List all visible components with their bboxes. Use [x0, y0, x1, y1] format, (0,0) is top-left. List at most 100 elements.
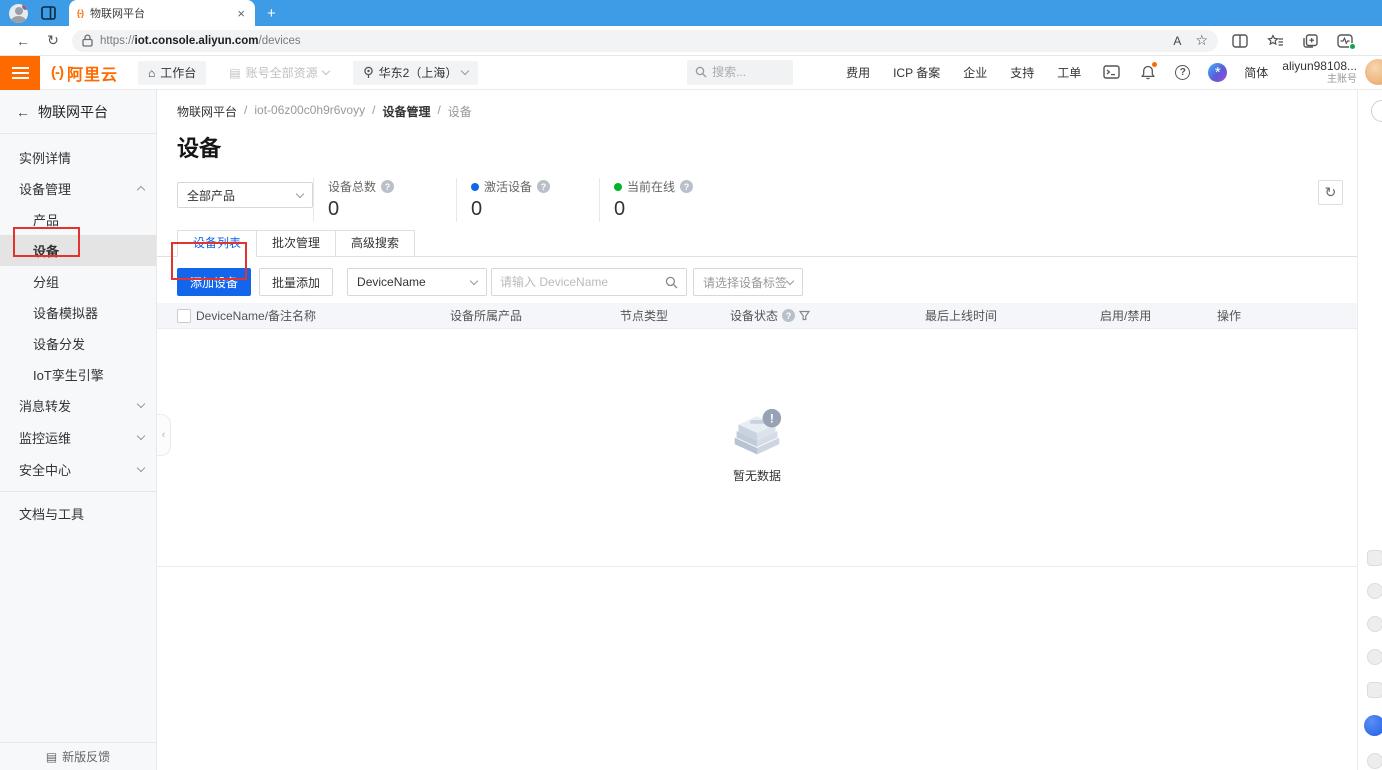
nav-link-support[interactable]: 支持	[1010, 64, 1034, 81]
rail-icon[interactable]	[1367, 616, 1382, 632]
sidebar-item-products[interactable]: 产品	[0, 204, 156, 235]
empty-table-body: ! 暂无数据	[157, 329, 1357, 567]
account-name: aliyun98108...	[1282, 59, 1357, 73]
sidebar-item-instance-details[interactable]: 实例详情	[0, 142, 156, 173]
url-path: /devices	[259, 35, 301, 47]
add-device-button[interactable]: 添加设备	[177, 268, 251, 296]
split-screen-icon[interactable]	[1232, 34, 1248, 48]
rail-icon[interactable]	[1367, 583, 1382, 599]
batch-add-button[interactable]: 批量添加	[259, 268, 333, 296]
sidebar-item-device-distribution[interactable]: 设备分发	[0, 328, 156, 359]
device-tag-select[interactable]: 请选择设备标签	[693, 268, 803, 296]
read-aloud-icon[interactable]: A	[1173, 34, 1181, 48]
browser-essentials-icon[interactable]	[1337, 34, 1353, 48]
sidebar-item-docs-tools[interactable]: 文档与工具	[0, 498, 156, 529]
account-avatar[interactable]	[1365, 59, 1382, 85]
column-node-type[interactable]: 节点类型	[620, 307, 730, 324]
sidebar-item-devices[interactable]: 设备	[0, 235, 156, 266]
rail-icon[interactable]	[1367, 649, 1382, 665]
notifications-bell-icon[interactable]	[1141, 65, 1155, 80]
aliyun-logo[interactable]: (-) 阿里云	[51, 61, 118, 85]
select-all-checkbox[interactable]	[177, 309, 191, 323]
favorite-star-icon[interactable]: ☆	[1195, 32, 1208, 49]
sidebar-group-monitoring-ops[interactable]: 监控运维	[0, 421, 156, 454]
sidebar: ← 物联网平台 实例详情 设备管理 产品 设备 分组 设备模拟器 设备分发 Io…	[0, 90, 157, 770]
aliyun-logo-text: 阿里云	[67, 61, 118, 85]
console-search[interactable]	[687, 60, 793, 85]
help-icon[interactable]: ?	[1175, 65, 1190, 80]
language-switch[interactable]: 简体	[1244, 64, 1268, 81]
column-enable-disable[interactable]: 启用/禁用	[1100, 307, 1217, 324]
stat-value: 0	[614, 198, 742, 221]
back-icon[interactable]: ←	[16, 104, 30, 120]
breadcrumb-item[interactable]: iot-06z00c0h9r6voyy	[254, 103, 365, 120]
cloudshell-terminal-icon[interactable]	[1103, 65, 1120, 79]
column-actions[interactable]: 操作	[1217, 307, 1357, 324]
sidebar-item-iot-twin-engine[interactable]: IoT孪生引擎	[0, 359, 156, 390]
nav-link-enterprise[interactable]: 企业	[963, 64, 987, 81]
workbench-button[interactable]: ⌂ 工作台	[138, 61, 206, 85]
device-search-input[interactable]	[500, 275, 665, 289]
sidebar-item-device-simulator[interactable]: 设备模拟器	[0, 297, 156, 328]
rail-icon[interactable]	[1367, 753, 1382, 769]
account-info[interactable]: aliyun98108... 主账号	[1282, 59, 1357, 85]
rail-icon[interactable]	[1367, 682, 1382, 698]
empty-data-text: 暂无数据	[733, 467, 781, 484]
stats-row: 全部产品 设备总数? 0 激活设备? 0 当前在线? 0 ↻	[177, 176, 1337, 222]
aliyun-app-icon[interactable]: *	[1208, 63, 1227, 82]
column-last-online[interactable]: 最后上线时间	[925, 307, 1100, 324]
column-product[interactable]: 设备所属产品	[450, 307, 620, 324]
help-icon[interactable]: ?	[680, 180, 693, 193]
column-device-status[interactable]: 设备状态 ?	[730, 307, 925, 324]
browser-tab[interactable]: (-) 物联网平台 ×	[69, 0, 255, 26]
workspaces-icon[interactable]	[41, 6, 56, 20]
help-icon[interactable]: ?	[381, 180, 394, 193]
sidebar-group-message-forwarding[interactable]: 消息转发	[0, 390, 156, 421]
rail-icon-support[interactable]	[1364, 715, 1382, 736]
nav-link-icp[interactable]: ICP 备案	[893, 64, 940, 81]
account-role: 主账号	[1282, 74, 1357, 86]
account-resources-select[interactable]: ▤ 账号全部资源	[229, 64, 328, 81]
sidebar-header[interactable]: ← 物联网平台	[0, 90, 156, 134]
tab-close-icon[interactable]: ×	[235, 6, 247, 21]
chevron-down-icon	[786, 276, 794, 284]
sidebar-group-security-center[interactable]: 安全中心	[0, 454, 156, 485]
product-filter-select[interactable]: 全部产品	[177, 182, 313, 208]
chevron-down-icon	[137, 464, 145, 472]
favorites-bar-icon[interactable]	[1267, 34, 1284, 48]
tab-batch-management[interactable]: 批次管理	[256, 230, 336, 257]
search-field-select[interactable]: DeviceName	[347, 268, 487, 296]
column-devicename[interactable]: DeviceName/备注名称	[191, 307, 450, 324]
collections-icon[interactable]	[1303, 34, 1318, 48]
rail-icon[interactable]	[1371, 100, 1382, 122]
region-select[interactable]: 华东2（上海）	[353, 61, 479, 85]
tab-advanced-search[interactable]: 高级搜索	[335, 230, 415, 257]
address-bar[interactable]: https://iot.console.aliyun.com/devices A…	[72, 30, 1218, 52]
feedback-link[interactable]: ▤ 新版反馈	[0, 742, 156, 770]
chevron-down-icon	[296, 189, 304, 197]
url-host: iot.console.aliyun.com	[135, 35, 259, 47]
sidebar-item-groups[interactable]: 分组	[0, 266, 156, 297]
chevron-down-icon	[461, 67, 469, 75]
help-icon[interactable]: ?	[782, 309, 795, 322]
nav-link-tickets[interactable]: 工单	[1057, 64, 1081, 81]
new-tab-button[interactable]: +	[267, 6, 276, 21]
breadcrumb: 物联网平台 / iot-06z00c0h9r6voyy / 设备管理 / 设备	[157, 90, 1357, 120]
console-search-input[interactable]	[712, 65, 776, 79]
collapse-left-icon: ‹	[162, 429, 166, 441]
refresh-button[interactable]: ↻	[1318, 180, 1343, 205]
rail-icon[interactable]	[1367, 550, 1382, 566]
hamburger-menu-icon[interactable]	[0, 56, 40, 90]
tab-device-list[interactable]: 设备列表	[177, 230, 257, 257]
filter-funnel-icon[interactable]	[799, 310, 810, 321]
breadcrumb-item[interactable]: 物联网平台	[177, 103, 237, 120]
sidebar-collapse-handle[interactable]: ‹	[157, 414, 171, 456]
reload-icon[interactable]: ↻	[38, 32, 68, 49]
back-icon[interactable]: ←	[8, 33, 38, 49]
help-icon[interactable]: ?	[537, 180, 550, 193]
breadcrumb-item[interactable]: 设备管理	[382, 103, 430, 120]
nav-link-billing[interactable]: 费用	[846, 64, 870, 81]
browser-profile-avatar[interactable]	[9, 4, 28, 23]
sidebar-group-device-management[interactable]: 设备管理	[0, 173, 156, 204]
search-icon	[695, 66, 707, 78]
